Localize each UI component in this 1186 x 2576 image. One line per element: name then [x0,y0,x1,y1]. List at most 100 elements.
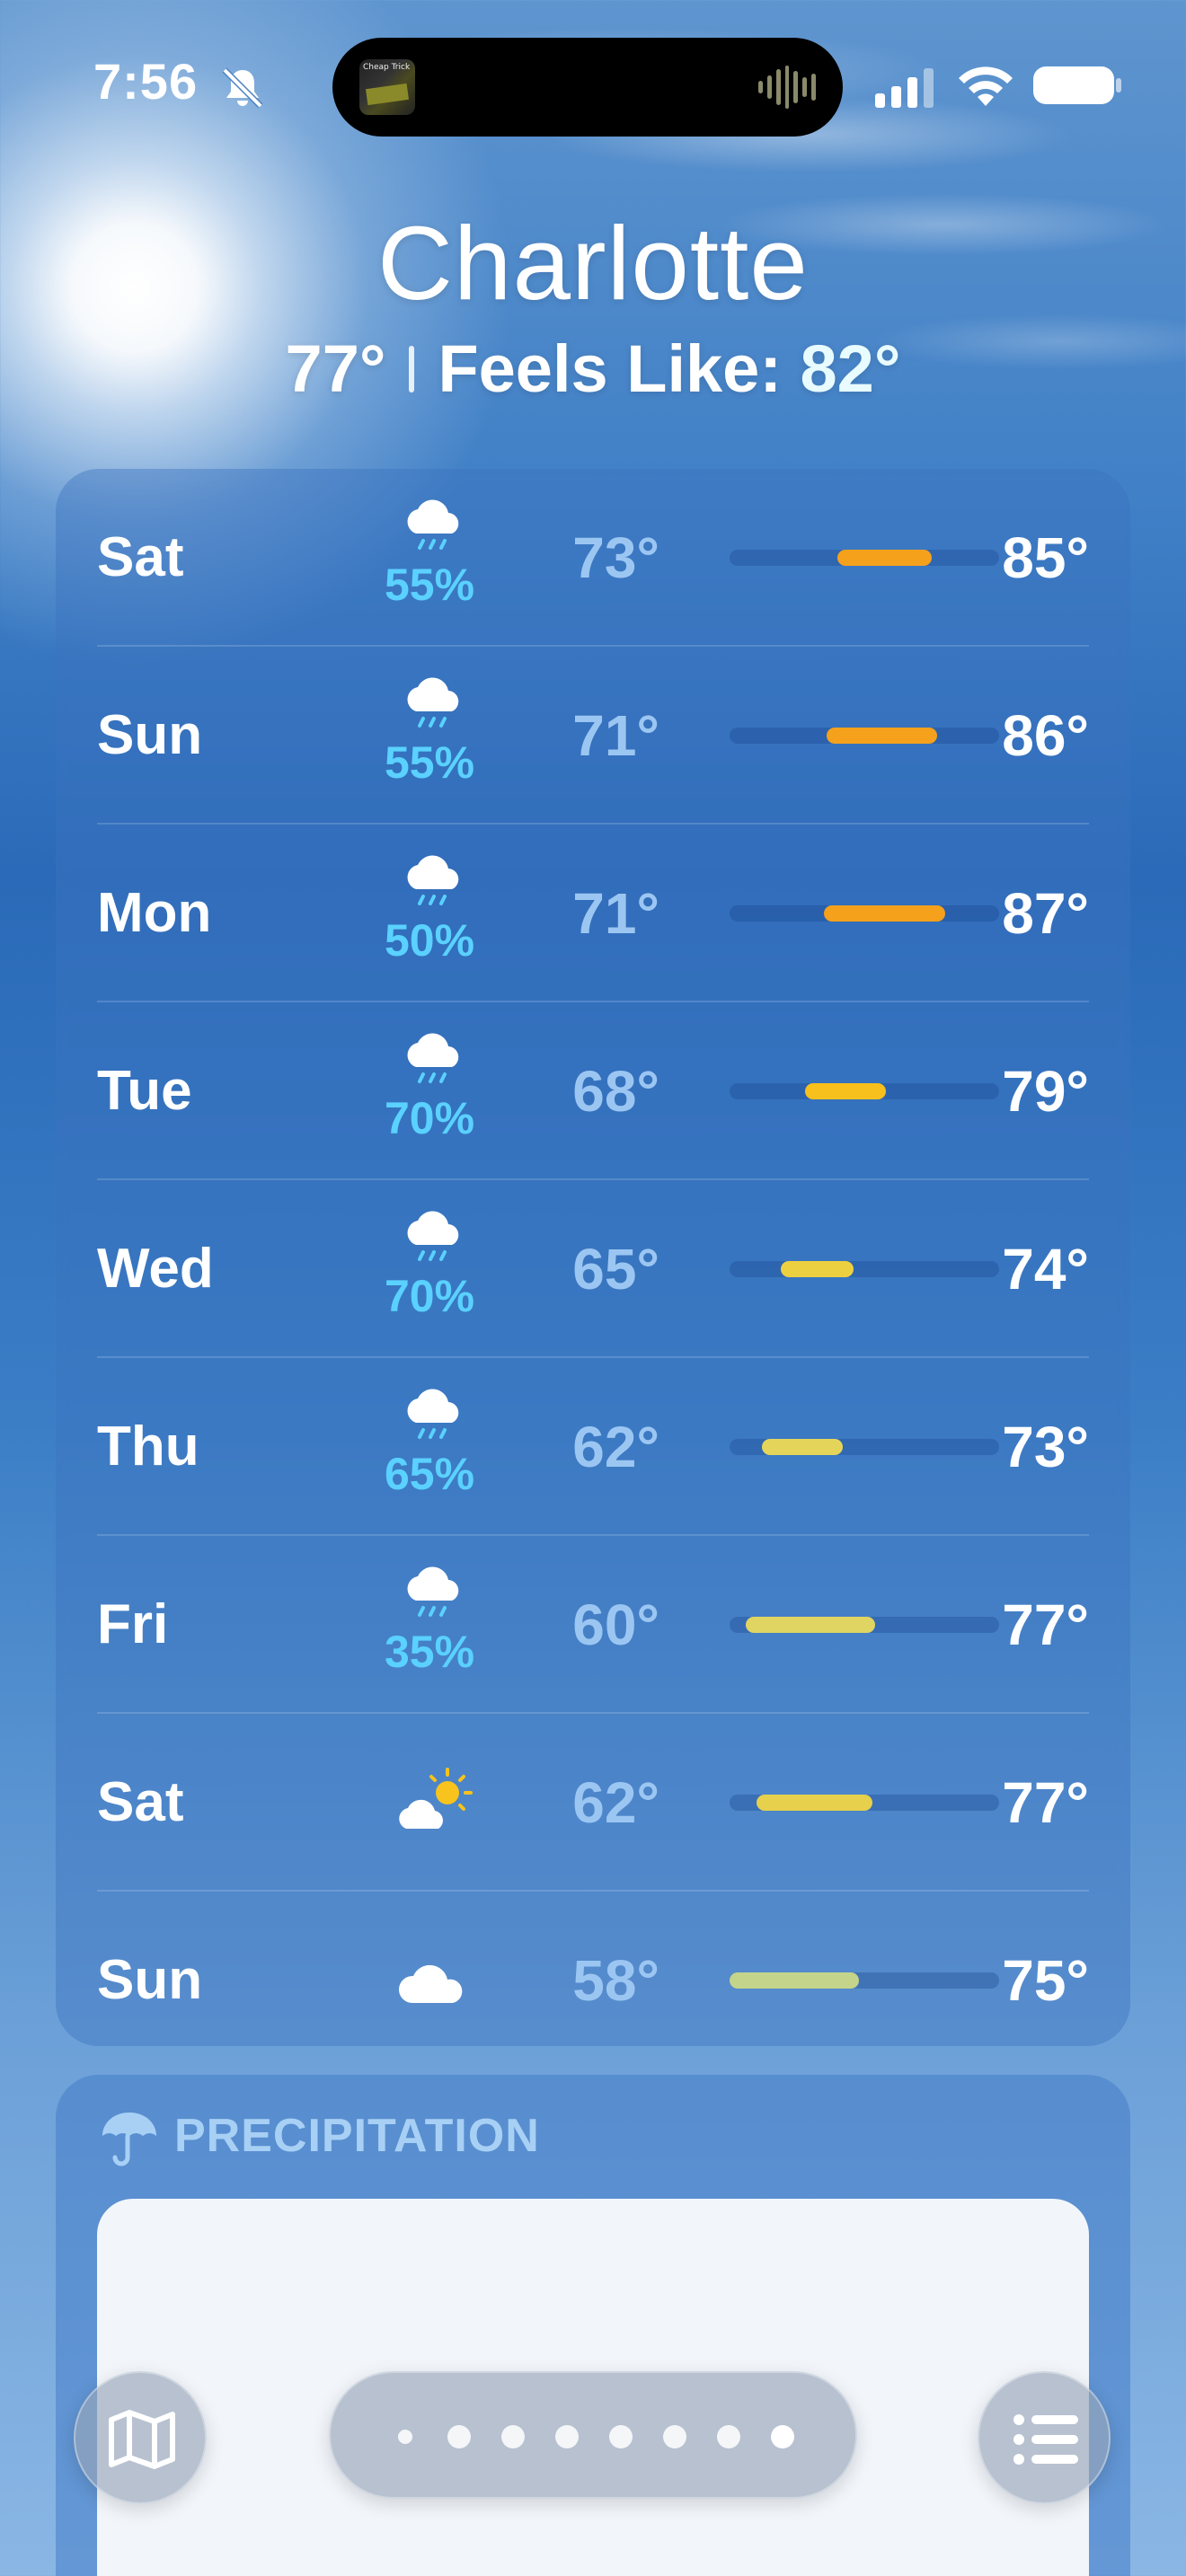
high-temp: 75° [1002,1948,1089,2013]
temp-range-track [730,1261,999,1277]
precip-chance: 70% [384,1093,475,1143]
temp-range-bar [824,905,945,922]
condition: 55% [358,469,501,647]
current-conditions: 77° Feels Like: 82° [0,331,1186,407]
rain-cloud-icon [407,677,459,728]
page-dot[interactable] [663,2425,686,2448]
rain-cloud-icon [407,1033,459,1083]
condition: 70% [358,1002,501,1180]
forecast-row[interactable]: Sat 62° 77° [97,1714,1089,1892]
high-temp: 77° [1002,1592,1089,1657]
forecast-row[interactable]: Sun 58° 75° [97,1892,1089,2069]
high-temp: 77° [1002,1770,1089,1835]
forecast-day: Sun [97,704,203,766]
forecast-row[interactable]: Sun 55% 71° 86° [97,647,1089,825]
feels-like-value: 82° [800,331,901,406]
low-temp: 58° [572,1948,659,2013]
low-temp: 60° [572,1592,659,1657]
status-time: 7:56 [93,53,199,110]
forecast-row[interactable]: Mon 50% 71° 87° [97,825,1089,1002]
page-indicator[interactable] [329,2371,857,2499]
forecast-day: Tue [97,1060,192,1122]
temp-range-bar [827,728,937,744]
list-icon [1013,2414,1078,2465]
low-temp: 62° [572,1415,659,1479]
forecast-row[interactable]: Thu 65% 62° 73° [97,1358,1089,1536]
forecast-day: Sat [97,1771,184,1833]
forecast-day: Mon [97,882,212,944]
high-temp: 85° [1002,525,1089,590]
rain-cloud-icon [407,1389,459,1439]
precip-chance: 35% [384,1627,475,1677]
cloud-icon [398,1964,463,2003]
now-playing-album-art[interactable]: Cheap Trick [359,59,415,115]
location-arrow-dot[interactable] [398,2430,412,2444]
partly-sunny-icon [399,1768,473,1829]
precipitation-title: PRECIPITATION [174,2110,540,2162]
low-temp: 71° [572,881,659,946]
condition [358,1892,501,2069]
forecast-day: Wed [97,1238,214,1300]
wifi-icon [959,66,1013,106]
low-temp: 71° [572,703,659,768]
temp-range-bar [757,1795,872,1811]
high-temp: 74° [1002,1237,1089,1301]
precip-chance: 70% [384,1271,475,1321]
rain-cloud-icon [407,1211,459,1261]
temp-range-track [730,1795,999,1811]
low-temp: 65° [572,1237,659,1301]
page-dot[interactable] [771,2425,794,2448]
forecast-day: Sun [97,1949,203,2011]
low-temp: 62° [572,1770,659,1835]
temp-range-bar [746,1617,875,1633]
rain-cloud-icon [407,499,459,550]
bell-slash-icon [222,67,263,109]
temp-range-track [730,550,999,566]
forecast-row[interactable]: Sat 55% 73° 85° [97,469,1089,647]
high-temp: 86° [1002,703,1089,768]
ten-day-forecast-card[interactable]: Sat 55% 73° 85° Sun 55% 71° 86° Mon 50% 71° 87° Tue 7… [56,469,1130,2046]
condition: 50% [358,825,501,1002]
precip-chance: 55% [384,560,475,610]
forecast-row[interactable]: Fri 35% 60° 77° [97,1536,1089,1714]
forecast-day: Thu [97,1416,199,1478]
condition: 70% [358,1180,501,1358]
dynamic-island[interactable]: Cheap Trick [332,38,843,137]
precip-chance: 55% [384,737,475,788]
list-button[interactable] [978,2371,1111,2504]
temp-range-track [730,1972,999,1989]
low-temp: 73° [572,525,659,590]
city-name: Charlotte [377,205,809,322]
condition: 35% [358,1536,501,1714]
rain-cloud-icon [407,1566,459,1617]
feels-like-label: Feels Like: [438,331,782,406]
forecast-row[interactable]: Tue 70% 68° 79° [97,1002,1089,1180]
temp-range-track [730,1083,999,1099]
high-temp: 87° [1002,881,1089,946]
current-temperature: 77° [285,331,386,406]
battery-icon [1033,66,1121,104]
condition: 65% [358,1358,501,1536]
temp-range-bar [730,1972,859,1989]
high-temp: 73° [1002,1415,1089,1479]
forecast-row[interactable]: Wed 70% 65° 74° [97,1180,1089,1358]
forecast-day: Sat [97,526,184,588]
low-temp: 68° [572,1059,659,1124]
separator [409,346,415,393]
temp-range-bar [781,1261,854,1277]
page-dot[interactable] [555,2425,579,2448]
forecast-day: Fri [97,1593,169,1655]
page-dot[interactable] [717,2425,740,2448]
temp-range-track [730,905,999,922]
temp-range-bar [837,550,932,566]
status-bar: 7:56 Cheap Trick [0,0,1186,171]
temp-range-track [730,728,999,744]
temp-range-bar [805,1083,886,1099]
cellular-signal-icon [875,68,934,108]
map-icon [109,2410,175,2469]
page-dot[interactable] [609,2425,633,2448]
page-dot[interactable] [447,2425,471,2448]
page-dot[interactable] [501,2425,525,2448]
map-button[interactable] [74,2371,207,2504]
temp-range-track [730,1439,999,1455]
